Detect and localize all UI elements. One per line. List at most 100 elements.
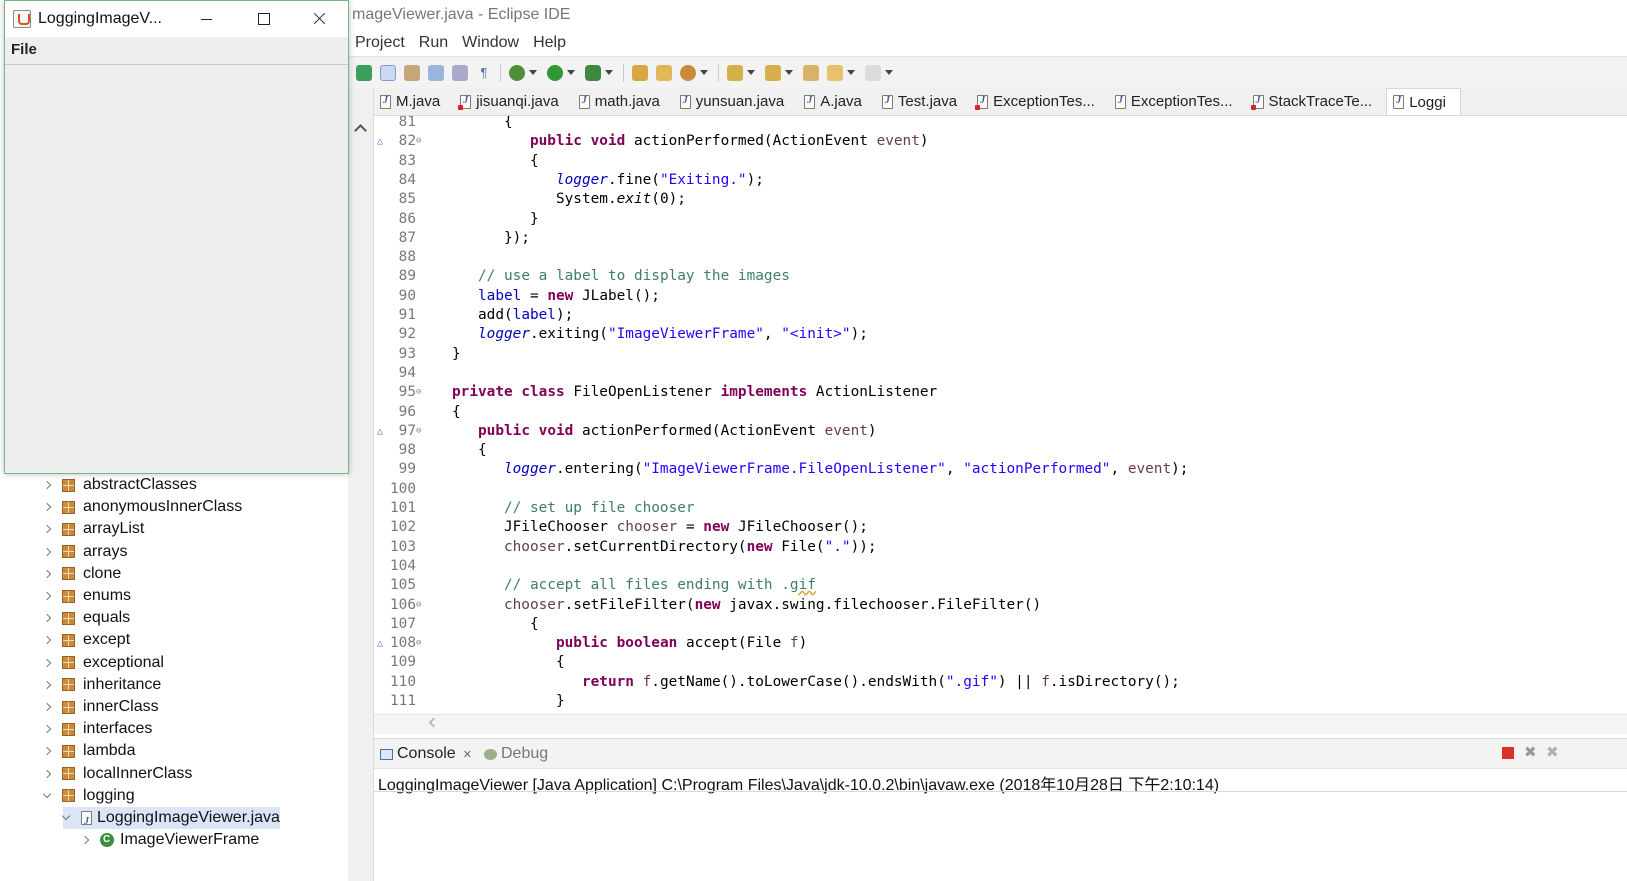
editor-tab[interactable]: Test.java — [876, 88, 971, 115]
chevron-right-icon[interactable] — [42, 724, 52, 734]
show-whitespace-icon[interactable] — [428, 64, 444, 81]
code-line[interactable]: 92 logger.exiting("ImageViewerFrame", "<… — [374, 325, 1627, 344]
tree-item[interactable]: logging — [42, 785, 135, 807]
tree-item[interactable]: localInnerClass — [42, 763, 192, 785]
minimize-button[interactable] — [179, 1, 235, 37]
new-java-project-icon[interactable] — [356, 64, 372, 81]
code-line[interactable]: 87 }); — [374, 229, 1627, 248]
chevron-right-icon[interactable] — [42, 680, 52, 690]
chevron-right-icon[interactable] — [80, 835, 90, 845]
code-line[interactable]: 88 — [374, 248, 1627, 267]
chevron-right-icon[interactable] — [42, 613, 52, 623]
external-tools-dropdown-icon[interactable] — [605, 70, 613, 75]
previous-annotation-icon[interactable] — [765, 64, 781, 81]
external-tools-icon[interactable] — [585, 64, 601, 81]
toggle-block-selection-icon[interactable] — [404, 64, 420, 81]
tree-item[interactable]: LoggingImageViewer.java — [61, 807, 280, 833]
open-task-icon[interactable] — [656, 64, 672, 81]
code-line[interactable]: 89 // use a label to display the images — [374, 267, 1627, 286]
back-dropdown-icon[interactable] — [847, 70, 855, 75]
window-titlebar[interactable]: LoggingImageV... — [5, 1, 348, 37]
editor-tab-active[interactable]: Loggi — [1386, 88, 1461, 115]
tree-item[interactable]: equals — [42, 607, 130, 629]
menu-help[interactable]: Help — [526, 30, 573, 56]
previous-annotation-dropdown-icon[interactable] — [785, 70, 793, 75]
search-icon[interactable] — [680, 64, 696, 81]
code-line[interactable]: 83 { — [374, 152, 1627, 171]
next-annotation-icon[interactable] — [727, 64, 743, 81]
editor-tab[interactable]: jisuanqi.java — [454, 88, 573, 115]
fold-toggle-icon[interactable]: ⊖ — [416, 634, 424, 653]
fold-toggle-icon[interactable]: ⊖ — [416, 596, 424, 615]
tree-item[interactable]: exceptional — [42, 652, 164, 674]
debug-icon[interactable] — [509, 64, 525, 81]
code-line[interactable]: △ 82 ⊖ public void actionPerformed(ActionE… — [374, 132, 1627, 151]
open-folder-icon[interactable] — [632, 64, 648, 81]
back-icon[interactable] — [827, 64, 843, 81]
tree-item[interactable]: abstractClasses — [42, 474, 197, 496]
chevron-right-icon[interactable] — [42, 636, 52, 645]
code-editor[interactable]: 81 {△ 82 ⊖ public void actionPerformed(Act… — [374, 116, 1627, 714]
chevron-down-icon[interactable] — [42, 789, 52, 799]
code-line[interactable]: 98 { — [374, 441, 1627, 460]
menu-project[interactable]: Project — [348, 30, 412, 56]
editor-horizontal-scrollbar[interactable] — [374, 714, 1627, 734]
tree-item[interactable]: anonymousInnerClass — [42, 496, 242, 518]
editor-tab[interactable]: StackTraceTe... — [1247, 88, 1387, 115]
tree-item[interactable]: enums — [42, 585, 131, 607]
chevron-right-icon[interactable] — [42, 502, 52, 512]
remove-all-terminated-icon[interactable]: ✖ — [1546, 745, 1559, 760]
collapse-up-icon[interactable] — [354, 124, 367, 137]
code-line[interactable]: 101 // set up file chooser — [374, 499, 1627, 518]
tree-item[interactable]: clone — [42, 563, 121, 585]
fold-toggle-icon[interactable]: ⊖ — [416, 383, 424, 402]
chevron-down-icon[interactable] — [61, 811, 71, 821]
run-icon[interactable] — [547, 64, 563, 81]
code-line[interactable]: 93} — [374, 345, 1627, 364]
tree-item[interactable]: inheritance — [42, 674, 161, 696]
chevron-right-icon[interactable] — [42, 547, 52, 556]
code-line[interactable]: 103 chooser.setCurrentDirectory(new File… — [374, 538, 1627, 557]
fold-toggle-icon[interactable]: ⊖ — [416, 132, 424, 151]
editor-tab[interactable]: A.java — [798, 88, 876, 115]
menu-run[interactable]: Run — [412, 30, 455, 56]
code-line[interactable]: 111 } — [374, 692, 1627, 711]
code-line[interactable]: 107 { — [374, 615, 1627, 634]
toggle-highlight-icon[interactable] — [380, 64, 396, 81]
chevron-right-icon[interactable] — [42, 747, 52, 756]
tree-item[interactable]: interfaces — [42, 718, 152, 740]
tab-console[interactable]: Console ✕ — [380, 745, 472, 763]
editor-tab[interactable]: ExceptionTes... — [971, 88, 1109, 115]
code-line[interactable]: 86 } — [374, 210, 1627, 229]
code-line[interactable]: 90 label = new JLabel(); — [374, 287, 1627, 306]
pilcrow-icon[interactable]: ¶ — [476, 65, 492, 81]
code-line[interactable]: 94 — [374, 364, 1627, 383]
scroll-left-icon[interactable] — [428, 717, 439, 728]
code-line[interactable]: 95 ⊖ private class FileOpenListener implem… — [374, 383, 1627, 402]
forward-icon[interactable] — [865, 64, 881, 81]
remove-launch-icon[interactable]: ✖ — [1524, 745, 1537, 760]
code-line[interactable]: 104 — [374, 557, 1627, 576]
editor-tab[interactable]: math.java — [573, 88, 674, 115]
code-line[interactable]: 102 JFileChooser chooser = new JFileChoo… — [374, 518, 1627, 537]
code-line[interactable]: 99 logger.entering("ImageViewerFrame.Fil… — [374, 460, 1627, 479]
tab-debug[interactable]: Debug — [484, 745, 548, 763]
chevron-right-icon[interactable] — [42, 591, 52, 601]
close-icon[interactable]: ✕ — [463, 748, 472, 761]
chevron-right-icon[interactable] — [42, 480, 52, 490]
code-line[interactable]: △ 108 ⊖ public boolean accept(File f) — [374, 634, 1627, 653]
tree-item[interactable]: lambda — [42, 740, 135, 762]
menu-window[interactable]: Window — [455, 30, 526, 56]
chevron-right-icon[interactable] — [42, 525, 52, 534]
editor-tab[interactable]: M.java — [374, 88, 454, 115]
debug-dropdown-icon[interactable] — [529, 70, 537, 75]
chevron-right-icon[interactable] — [42, 769, 52, 778]
chevron-right-icon[interactable] — [42, 658, 52, 667]
forward-dropdown-icon[interactable] — [885, 70, 893, 75]
tree-item[interactable]: arrayList — [42, 518, 144, 540]
code-line[interactable]: 110 return f.getName().toLowerCase().end… — [374, 673, 1627, 692]
code-line[interactable]: 91 add(label); — [374, 306, 1627, 325]
fold-toggle-icon[interactable]: ⊖ — [416, 422, 424, 441]
code-line[interactable]: 81 { — [374, 116, 1627, 132]
tree-item[interactable]: arrays — [42, 541, 127, 563]
